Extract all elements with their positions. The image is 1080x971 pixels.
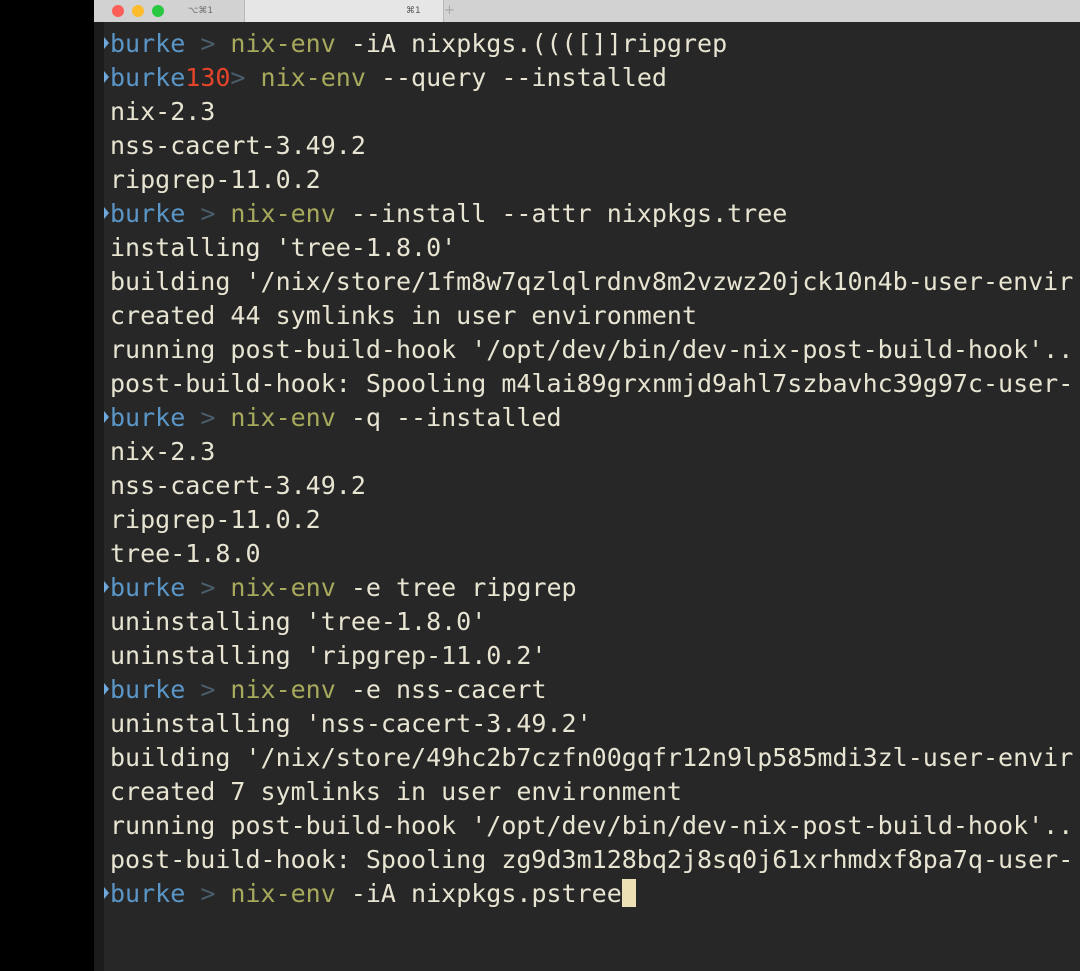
- prompt-marker-icon: [104, 411, 109, 423]
- prompt-marker-icon: [104, 37, 109, 49]
- terminal-output[interactable]: burke > nix-env -iA nixpkgs.((([]]ripgre…: [104, 27, 1080, 911]
- output-line: running post-build-hook '/opt/dev/bin/de…: [110, 811, 1074, 840]
- command-args: -e tree ripgrep: [335, 573, 577, 602]
- prompt-marker-icon: [104, 71, 109, 83]
- output-line: ripgrep-11.0.2: [110, 505, 321, 534]
- prompt-marker-icon: [104, 207, 109, 219]
- close-button[interactable]: [112, 5, 124, 17]
- output-line: nix-2.3: [110, 97, 216, 126]
- tab-2[interactable]: ⌘1: [406, 0, 421, 22]
- output-line: uninstalling 'ripgrep-11.0.2': [110, 641, 547, 670]
- prompt-line: burke > nix-env --install --attr nixpkgs…: [104, 197, 1080, 231]
- prompt-user: burke: [110, 29, 186, 58]
- output-line: installing 'tree-1.8.0': [110, 233, 457, 262]
- command-name: nix-env: [230, 675, 336, 704]
- output-line: created 7 symlinks in user environment: [110, 777, 682, 806]
- terminal-window[interactable]: ⌥⌘1 ⌘1 + burke > nix-env -iA nixpkgs.(((…: [94, 0, 1080, 971]
- desktop-background: [0, 0, 94, 971]
- prompt-line: burke > nix-env -e nss-cacert: [104, 673, 1080, 707]
- prompt-line: burke130> nix-env --query --installed: [104, 61, 1080, 95]
- minimize-button[interactable]: [132, 5, 144, 17]
- prompt-user: burke: [110, 63, 186, 92]
- prompt-line: burke > nix-env -e tree ripgrep: [104, 571, 1080, 605]
- command-name: nix-env: [230, 199, 336, 228]
- window-edge: [94, 0, 104, 971]
- maximize-button[interactable]: [152, 5, 164, 17]
- prompt-user: burke: [110, 403, 186, 432]
- command-args: -iA nixpkgs.pstree: [335, 879, 622, 908]
- tab-1[interactable]: ⌥⌘1: [188, 0, 213, 22]
- prompt-marker-icon: [104, 581, 109, 593]
- command-args: --query --installed: [365, 63, 667, 92]
- output-line: building '/nix/store/1fm8w7qzlqlrdnv8m2v…: [110, 267, 1074, 296]
- command-name: nix-env: [230, 403, 336, 432]
- prompt-separator: >: [185, 403, 231, 432]
- prompt-marker-icon: [104, 887, 109, 899]
- prompt-user: burke: [110, 879, 186, 908]
- command-args: --install --attr nixpkgs.tree: [335, 199, 788, 228]
- command-args: -e nss-cacert: [335, 675, 547, 704]
- output-line: uninstalling 'tree-1.8.0': [110, 607, 487, 636]
- command-name: nix-env: [230, 573, 336, 602]
- output-line: nss-cacert-3.49.2: [110, 131, 366, 160]
- exit-status: 130: [185, 63, 231, 92]
- prompt-marker-icon: [104, 683, 109, 695]
- command-args: -iA nixpkgs.((([]]ripgrep: [335, 29, 728, 58]
- prompt-user: burke: [110, 573, 186, 602]
- output-line: building '/nix/store/49hc2b7czfn00gqfr12…: [110, 743, 1074, 772]
- output-line: running post-build-hook '/opt/dev/bin/de…: [110, 335, 1074, 364]
- title-bar[interactable]: ⌥⌘1 ⌘1 +: [94, 0, 1080, 22]
- new-tab-button[interactable]: +: [444, 0, 455, 22]
- prompt-line: burke > nix-env -iA nixpkgs.pstree: [104, 877, 1080, 911]
- output-line: created 44 symlinks in user environment: [110, 301, 697, 330]
- prompt-user: burke: [110, 675, 186, 704]
- prompt-separator: >: [185, 573, 231, 602]
- output-line: post-build-hook: Spooling m4lai89grxnmjd…: [110, 369, 1074, 398]
- prompt-separator: >: [230, 63, 261, 92]
- output-line: uninstalling 'nss-cacert-3.49.2': [110, 709, 592, 738]
- prompt-line: burke > nix-env -iA nixpkgs.((([]]ripgre…: [104, 27, 1080, 61]
- prompt-line: burke > nix-env -q --installed: [104, 401, 1080, 435]
- prompt-user: burke: [110, 199, 186, 228]
- command-name: nix-env: [230, 879, 336, 908]
- output-line: nix-2.3: [110, 437, 216, 466]
- prompt-separator: >: [185, 199, 231, 228]
- output-line: ripgrep-11.0.2: [110, 165, 321, 194]
- command-args: -q --installed: [335, 403, 562, 432]
- prompt-separator: >: [185, 675, 231, 704]
- text-cursor: [621, 879, 636, 907]
- output-line: post-build-hook: Spooling zg9d3m128bq2j8…: [110, 845, 1074, 874]
- command-name: nix-env: [230, 29, 336, 58]
- command-name: nix-env: [260, 63, 366, 92]
- output-line: tree-1.8.0: [110, 539, 261, 568]
- output-line: nss-cacert-3.49.2: [110, 471, 366, 500]
- prompt-separator: >: [185, 29, 231, 58]
- prompt-separator: >: [185, 879, 231, 908]
